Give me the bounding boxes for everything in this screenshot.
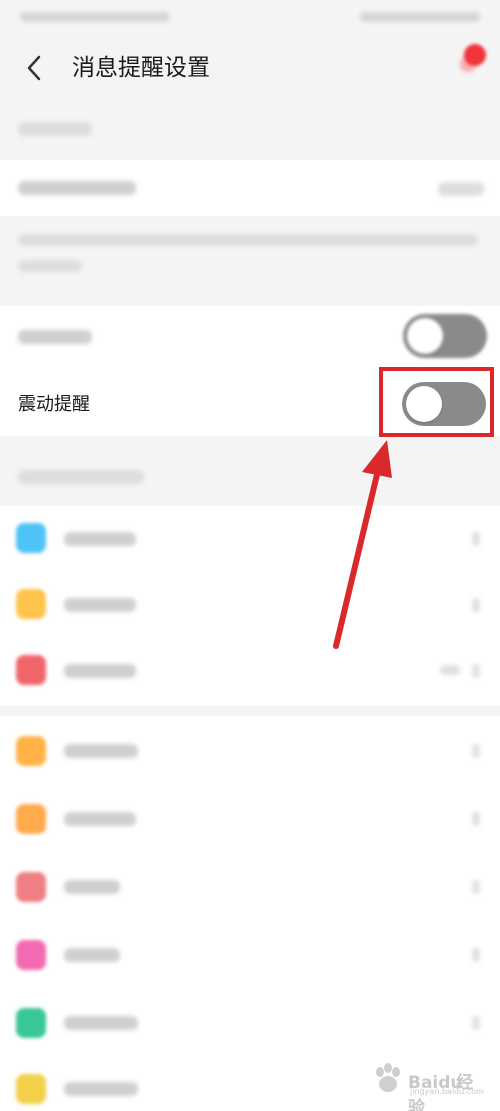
status-bar: [0, 0, 500, 36]
list-item-value: [440, 665, 460, 675]
app-icon: [16, 1074, 46, 1104]
section-header-1: [0, 100, 500, 160]
settings-row-1-value: [438, 182, 484, 196]
list-item-text: [64, 744, 138, 758]
list-item[interactable]: [0, 506, 500, 572]
list-item[interactable]: [0, 988, 500, 1054]
list-item[interactable]: [0, 638, 500, 704]
watermark-url: jingyan.baidu.com: [410, 1087, 484, 1096]
chevron-right-icon: [472, 880, 480, 894]
sound-toggle[interactable]: [403, 314, 487, 358]
app-icon: [16, 804, 46, 834]
chevron-right-icon: [472, 812, 480, 826]
list-item[interactable]: [0, 784, 500, 850]
list-item-text: [64, 598, 136, 612]
status-carrier-text: [20, 12, 170, 22]
list-item-text: [64, 532, 136, 546]
list-item-text: [64, 812, 136, 826]
list-item[interactable]: [0, 920, 500, 986]
section-header-2-text: [18, 470, 144, 484]
list-item-text: [64, 880, 120, 894]
red-dot-icon: [464, 44, 486, 66]
sound-row-text: [18, 330, 92, 344]
list-item-text: [64, 948, 120, 962]
section-header-1-text: [18, 122, 92, 136]
highlight-box: [379, 367, 494, 437]
back-button[interactable]: [14, 48, 54, 88]
page-title: 消息提醒设置: [72, 55, 210, 81]
list-item-text: [64, 664, 136, 678]
settings-description-line-2: [18, 260, 82, 272]
app-list-card-1: [0, 506, 500, 706]
list-item-text: [64, 1082, 138, 1096]
list-item[interactable]: [0, 852, 500, 918]
chevron-left-icon: [27, 55, 41, 81]
settings-row-1-text: [18, 181, 136, 195]
chevron-right-icon: [472, 664, 480, 678]
list-item-text: [64, 1016, 138, 1030]
app-icon: [16, 589, 46, 619]
app-icon: [16, 523, 46, 553]
settings-row-1[interactable]: [0, 160, 500, 216]
chevron-right-icon: [472, 598, 480, 612]
section-header-2: [0, 436, 500, 506]
list-item[interactable]: [0, 572, 500, 638]
app-list-card-2: [0, 716, 500, 1111]
chevron-right-icon: [472, 744, 480, 758]
app-icon: [16, 655, 46, 685]
header: 消息提醒设置: [0, 36, 500, 100]
watermark: Baidu经验 jingyan.baidu.com: [368, 1060, 490, 1111]
sound-toggle-knob: [407, 318, 443, 354]
list-item[interactable]: [0, 716, 500, 782]
app-icon: [16, 1008, 46, 1038]
vibration-label: 震动提醒: [18, 394, 90, 415]
notification-badge[interactable]: [452, 44, 486, 78]
paw-logo-icon: [376, 1063, 400, 1092]
status-time-text: [360, 12, 480, 22]
settings-description-line-1: [18, 234, 478, 246]
settings-description: [0, 216, 500, 296]
chevron-right-icon: [472, 948, 480, 962]
chevron-right-icon: [472, 1016, 480, 1030]
app-icon: [16, 872, 46, 902]
app-icon: [16, 736, 46, 766]
app-icon: [16, 940, 46, 970]
chevron-right-icon: [472, 532, 480, 546]
